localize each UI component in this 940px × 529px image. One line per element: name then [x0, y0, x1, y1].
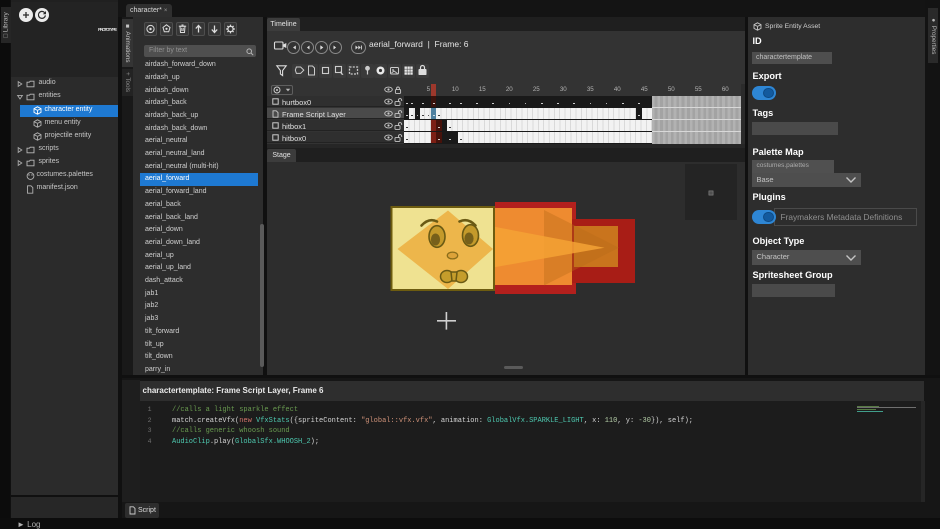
svg-text:PROTOTYPE: PROTOTYPE	[98, 27, 117, 32]
